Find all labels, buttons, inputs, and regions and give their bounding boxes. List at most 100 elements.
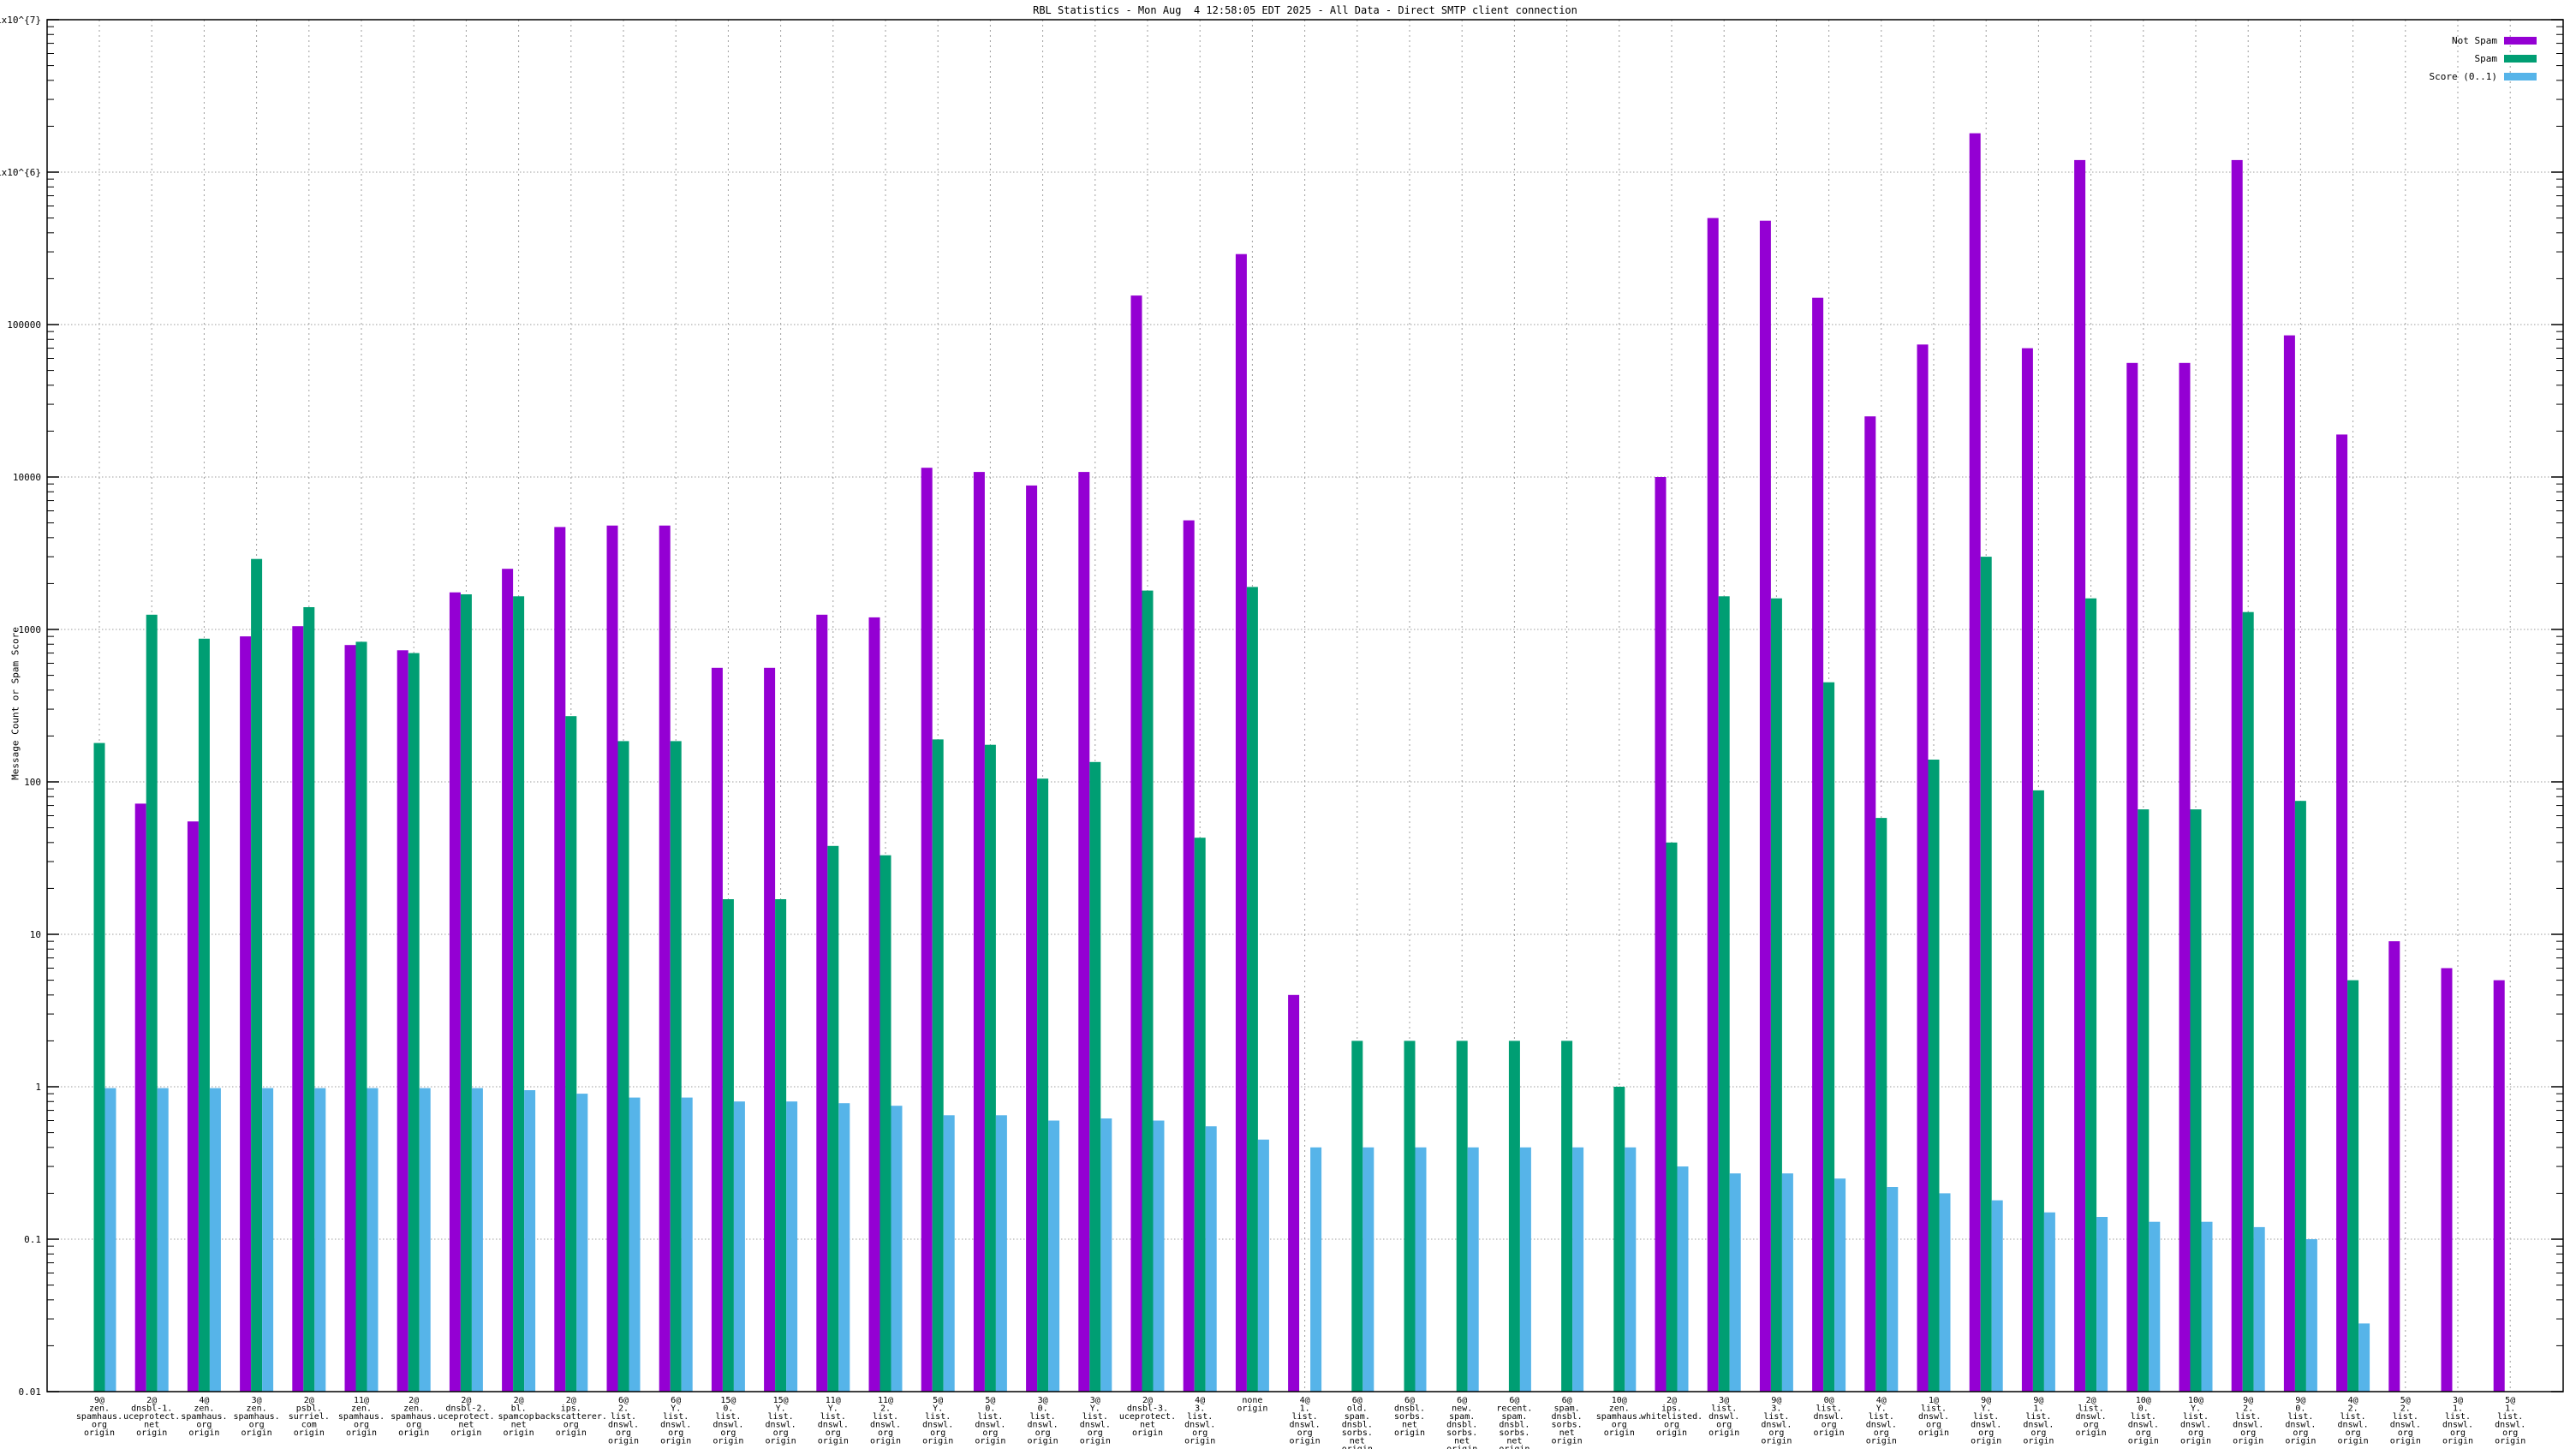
bar-score-0-1-24	[1310, 1147, 1322, 1392]
bar-spam-2	[146, 614, 158, 1392]
bar-score-0-1-7	[419, 1088, 431, 1392]
x-tick-label: origin	[1446, 1445, 1477, 1449]
bar-spam-7	[408, 653, 420, 1392]
legend-swatch-spam	[2504, 55, 2537, 63]
bar-score-0-1-6	[367, 1088, 379, 1392]
chart-canvas: 1x10^{7} 1x10^{6} 100000 10000 1000 100 10 1 0.1…	[0, 15, 2564, 1449]
x-tick-label: origin	[2076, 1428, 2107, 1438]
bar-not-spam-44	[2336, 434, 2348, 1392]
x-tick-label: origin	[2180, 1437, 2211, 1446]
bar-not-spam-10	[554, 527, 566, 1392]
bar-score-0-1-33	[1781, 1173, 1793, 1392]
bar-not-spam-40	[2126, 362, 2138, 1392]
x-tick-label: origin	[713, 1437, 743, 1446]
x-tick-label: origin	[188, 1428, 219, 1438]
bar-spam-27	[1456, 1041, 1468, 1392]
bar-spam-20	[1089, 761, 1101, 1392]
x-tick-label: origin	[2285, 1437, 2316, 1446]
bar-score-0-1-42	[2253, 1226, 2265, 1392]
bar-not-spam-46	[2441, 968, 2453, 1392]
bar-not-spam-7	[397, 650, 408, 1392]
bar-score-0-1-8	[471, 1088, 483, 1392]
bar-not-spam-41	[2179, 362, 2191, 1392]
legend-item-score: Score (0..1)	[2430, 68, 2537, 86]
x-tick-label: origin	[1237, 1404, 1267, 1414]
bar-score-0-1-34	[1834, 1178, 1846, 1392]
bar-not-spam-23	[1235, 253, 1247, 1392]
y-tick-label: 1	[35, 1082, 41, 1093]
bar-score-0-1-43	[2305, 1239, 2317, 1392]
x-tick-label: origin	[398, 1428, 429, 1438]
y-tick-label: 0.01	[19, 1386, 42, 1398]
bar-not-spam-47	[2493, 980, 2505, 1392]
bar-score-0-1-40	[2149, 1221, 2161, 1392]
bar-score-0-1-28	[1519, 1147, 1531, 1392]
x-tick-label: origin	[818, 1437, 849, 1446]
x-tick-label: origin	[136, 1428, 167, 1438]
bar-spam-10	[565, 716, 577, 1392]
bar-spam-35	[1875, 818, 1887, 1392]
bar-score-0-1-1	[104, 1088, 116, 1392]
bar-spam-9	[513, 596, 525, 1392]
bar-not-spam-8	[449, 592, 461, 1392]
bar-score-0-1-41	[2201, 1221, 2213, 1392]
bar-spam-26	[1404, 1041, 1416, 1392]
bar-score-0-1-32	[1729, 1173, 1741, 1392]
bar-spam-37	[1980, 557, 1992, 1392]
bar-not-spam-37	[1969, 133, 1981, 1392]
legend-swatch-score	[2504, 73, 2537, 80]
x-tick-label: origin	[1499, 1445, 1530, 1449]
bar-score-0-1-16	[891, 1106, 903, 1392]
bar-not-spam-39	[2074, 159, 2086, 1392]
bar-not-spam-6	[344, 645, 356, 1392]
bar-score-0-1-37	[1991, 1200, 2003, 1392]
legend-label-not-spam: Not Spam	[2452, 35, 2497, 46]
legend-item-not-spam: Not Spam	[2430, 32, 2537, 50]
bar-spam-28	[1508, 1041, 1520, 1392]
bar-score-0-1-35	[1887, 1187, 1899, 1392]
bar-spam-29	[1561, 1041, 1573, 1392]
bar-score-0-1-14	[786, 1101, 798, 1392]
bar-score-0-1-19	[1048, 1120, 1060, 1392]
y-tick-label: 1x10^{7}	[0, 15, 41, 26]
x-tick-label: origin	[2128, 1437, 2159, 1446]
x-tick-label: origin	[1918, 1428, 1949, 1438]
y-tick-label: 0.1	[24, 1234, 41, 1245]
bar-not-spam-34	[1812, 297, 1824, 1392]
x-tick-label: origin	[1552, 1437, 1583, 1446]
y-tick-label: 1x10^{6}	[0, 167, 41, 178]
bar-score-0-1-31	[1677, 1166, 1689, 1392]
bar-not-spam-32	[1707, 218, 1719, 1392]
y-tick-label: 100	[24, 777, 41, 788]
bar-not-spam-31	[1655, 477, 1667, 1392]
bar-spam-23	[1246, 587, 1258, 1392]
y-tick-label: 10	[30, 929, 41, 940]
x-tick-label: origin	[1132, 1428, 1163, 1438]
x-tick-label: origin	[766, 1437, 796, 1446]
bar-spam-18	[984, 744, 996, 1392]
bar-score-0-1-13	[733, 1101, 745, 1392]
bar-not-spam-13	[711, 667, 723, 1392]
bar-score-0-1-2	[157, 1088, 169, 1392]
legend-item-spam: Spam	[2430, 50, 2537, 68]
x-tick-label: origin	[1604, 1428, 1635, 1438]
x-axis-labels: 9@zen.spamhaus.orgorigin2@dnsbl-1.ucepro…	[76, 1396, 2525, 1449]
bar-not-spam-17	[921, 468, 933, 1392]
bar-spam-21	[1142, 590, 1154, 1392]
x-tick-label: origin	[1971, 1437, 2001, 1446]
bar-score-0-1-23	[1257, 1139, 1269, 1392]
legend-label-score: Score (0..1)	[2429, 71, 2497, 82]
bar-not-spam-45	[2388, 941, 2400, 1392]
x-tick-label: origin	[346, 1428, 377, 1438]
x-tick-label: origin	[1184, 1437, 1215, 1446]
x-tick-label: origin	[1080, 1437, 1111, 1446]
bar-score-0-1-21	[1153, 1120, 1165, 1392]
x-tick-label: origin	[294, 1428, 325, 1438]
bar-score-0-1-44	[2358, 1323, 2370, 1392]
x-tick-label: origin	[1028, 1437, 1058, 1446]
y-tick-label: 10000	[13, 472, 41, 483]
bar-not-spam-3	[187, 821, 199, 1392]
bar-score-0-1-5	[314, 1088, 326, 1392]
x-tick-label: origin	[1394, 1428, 1425, 1438]
x-tick-label: origin	[1290, 1437, 1321, 1446]
